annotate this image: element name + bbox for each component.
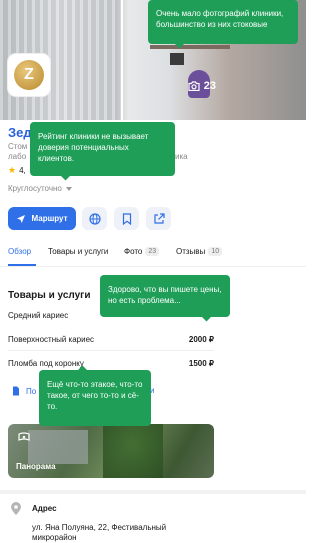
clinic-logo: Z [8,54,50,96]
share-icon [153,212,165,224]
location-pin-icon [11,502,21,515]
address-label: Адрес [32,504,57,513]
route-arrow-icon [17,214,26,223]
tab-goods-services[interactable]: Товары и услуги [48,247,108,256]
reviews-count-badge: 10 [208,247,223,256]
working-hours[interactable]: Круглосуточно [8,184,72,193]
rating-value: 4, [19,166,26,175]
globe-icon [88,212,101,225]
photo-count[interactable]: 23 [188,80,216,92]
address-line2[interactable]: микрорайон [32,533,77,542]
working-hours-text: Круглосуточно [8,184,62,193]
clinic-category-tail: ика [175,152,188,161]
share-button[interactable] [146,207,171,230]
all-prices-link[interactable]: По и [12,386,154,396]
chevron-down-icon [65,186,72,191]
route-button[interactable]: Маршрут [8,207,76,230]
clinic-category-line2: лабо [8,152,27,161]
review-comment: Здорово, что вы пишете цены, но есть про… [100,275,230,317]
document-icon [13,386,19,396]
camera-icon [188,81,200,91]
service-category[interactable]: Средний кариес [8,311,68,320]
panorama-icon [18,432,30,441]
panorama-label: Панорама [16,462,56,471]
all-prices-link-start: По [26,386,37,396]
star-icon: ★ [8,165,17,175]
clinic-rating[interactable]: ★ 4, [8,165,26,176]
clinic-name: Зед [8,125,32,140]
tab-reviews[interactable]: Отзывы 10 [176,247,223,256]
photos-count-badge: 23 [145,247,160,256]
tab-overview[interactable]: Обзор [8,247,31,256]
service-name: Поверхностный кариес [8,335,95,344]
bookmark-icon [122,212,131,225]
tab-bar: Обзор Товары и услуги Фото 23 Отзывы 10 [0,247,306,267]
clinic-logo-mark: Z [14,60,44,90]
services-section-title: Товары и услуги [8,290,91,301]
service-name: Пломба под коронку [8,359,84,368]
review-comment: Ещё что-то этакое, что-то такое, от чего… [39,370,151,426]
clinic-category-line1: Стом [8,142,28,151]
service-price: 2000 ₽ [188,335,214,344]
bookmark-button[interactable] [114,207,139,230]
service-row[interactable]: Поверхностный кариес 2000 ₽ [8,335,214,349]
website-button[interactable] [82,207,107,230]
review-comment: Очень мало фотографий клиники, большинст… [148,0,298,44]
tab-photos[interactable]: Фото 23 [124,247,160,256]
photo-count-value: 23 [203,80,216,92]
service-price: 1500 ₽ [188,359,214,368]
review-comment: Рейтинг клиники не вызывает доверия поте… [30,122,175,176]
route-button-label: Маршрут [31,214,68,223]
address-line1[interactable]: ул. Яна Полуяна, 22, Фестивальный [32,523,166,532]
panorama-card[interactable]: Панорама [8,424,214,478]
